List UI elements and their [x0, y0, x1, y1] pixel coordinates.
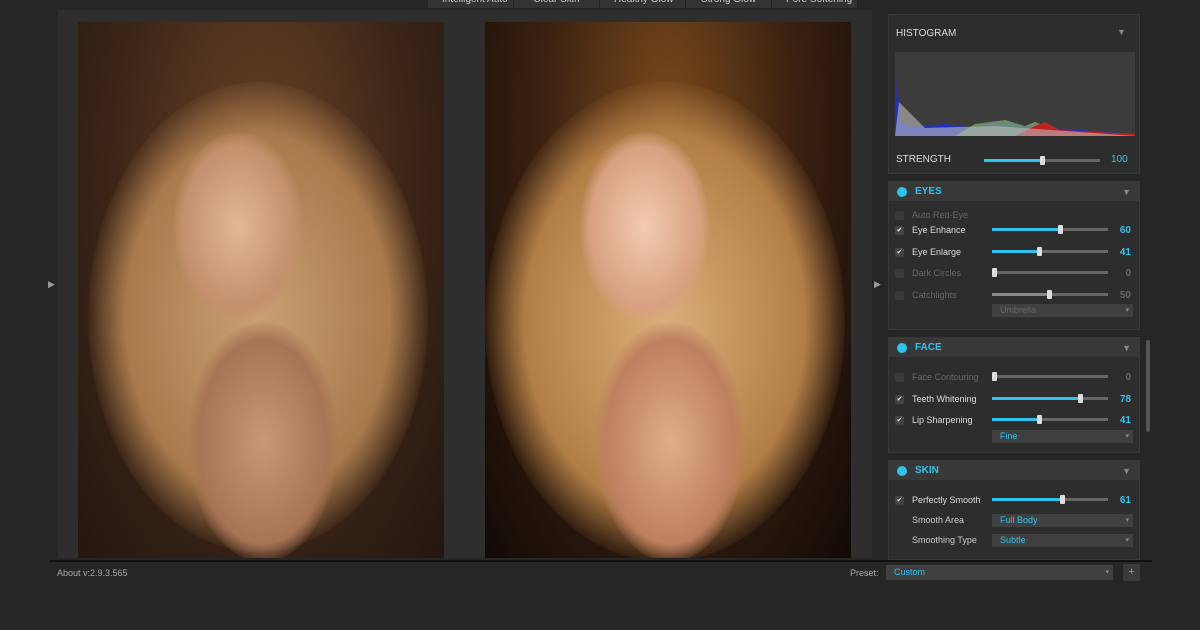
tab-clear-skin[interactable]: Clear Skin [514, 0, 600, 8]
enable-checkbox[interactable]: ✔ [895, 247, 904, 257]
lip-mode-select[interactable]: Fine [992, 430, 1133, 443]
smoothing-type-select[interactable]: Subtle [992, 534, 1133, 547]
tab-pore-softening[interactable]: Pore Softening [772, 0, 858, 8]
adjustment-label: Eye Enhance [912, 225, 966, 235]
adjustment-value: 50 [1119, 289, 1131, 301]
add-preset-button[interactable]: + [1123, 564, 1140, 581]
smooth-area-label: Smooth Area [912, 515, 965, 525]
divider [50, 560, 1152, 562]
enable-checkbox[interactable]: ✔ [895, 394, 904, 404]
strength-value: 100 [1111, 154, 1128, 165]
image-viewer [58, 10, 872, 558]
adjustment-label: Lip Sharpening [912, 415, 973, 425]
about-version[interactable]: About v:2.9.3.565 [57, 568, 128, 578]
adjustment-value: 78 [1119, 393, 1131, 405]
adjustment-label: Dark Circles [912, 268, 962, 278]
adjustment-row: ✔ Lip Sharpening 41 [895, 413, 1135, 427]
collapse-triangle-icon[interactable]: ▼ [1122, 466, 1131, 476]
preset-tabs: Intelligent Auto Clear Skin Healthy Glow… [428, 0, 858, 8]
adjustment-row: ✔ Eye Enhance 60 [895, 223, 1135, 237]
histogram-section: HISTOGRAM ▼ STRENGTH 100 [888, 14, 1140, 174]
catchlight-type-select[interactable]: Umbrella [992, 304, 1133, 317]
perfectly-smooth-row: ✔ Perfectly Smooth 61 [895, 493, 1135, 507]
enable-checkbox[interactable]: ✔ [895, 415, 904, 425]
tab-healthy-glow[interactable]: Healthy Glow [600, 0, 686, 8]
strength-slider[interactable] [984, 156, 1100, 165]
strength-label: STRENGTH [896, 154, 951, 165]
smoothing-type-label: Smoothing Type [912, 535, 977, 545]
face-section: FACE ▼ Face Contouring 0 ✔ Teeth Whitening 78… [888, 337, 1140, 453]
adjustment-row: Face Contouring 0 [895, 370, 1135, 384]
adjustment-slider[interactable] [992, 225, 1108, 234]
adjustment-value: 41 [1119, 414, 1131, 426]
smooth-area-select[interactable]: Full Body [992, 514, 1133, 527]
adjustment-value: 60 [1119, 224, 1131, 236]
adjustment-label: Face Contouring [912, 372, 979, 382]
enable-checkbox[interactable]: ✔ [895, 225, 904, 235]
tab-intelligent-auto[interactable]: Intelligent Auto [428, 0, 514, 8]
adjustment-row: ✔ Teeth Whitening 78 [895, 392, 1135, 406]
skin-section: SKIN ▼ ✔ Perfectly Smooth 61 Smooth Area … [888, 460, 1140, 560]
adjustment-label: Auto Red-Eye [912, 210, 969, 220]
perfectly-smooth-slider[interactable] [992, 495, 1108, 504]
enable-checkbox[interactable] [895, 372, 904, 382]
after-photo [485, 22, 851, 558]
panel-scrollbar[interactable] [1146, 340, 1150, 432]
face-title: FACE [915, 342, 942, 353]
adjustment-row: Dark Circles 0 [895, 266, 1135, 280]
eyes-title: EYES [915, 186, 942, 197]
skin-title: SKIN [915, 465, 939, 476]
adjustment-value: 0 [1125, 371, 1131, 383]
histogram-graph [895, 52, 1135, 136]
collapse-right-arrow-icon[interactable]: ▶ [874, 279, 881, 290]
face-toggle-icon[interactable] [897, 342, 907, 353]
enable-checkbox[interactable] [895, 210, 904, 220]
adjustment-label: Catchlights [912, 290, 957, 300]
adjustment-slider[interactable] [992, 394, 1108, 403]
before-photo [78, 22, 444, 558]
adjustment-label: Teeth Whitening [912, 394, 977, 404]
face-header[interactable]: FACE ▼ [889, 338, 1139, 357]
collapse-triangle-icon[interactable]: ▼ [1122, 187, 1131, 197]
collapse-triangle-icon[interactable]: ▼ [1122, 343, 1131, 353]
collapse-left-arrow-icon[interactable]: ▶ [48, 279, 55, 290]
eyes-section: EYES ▼ Auto Red-Eye ✔ Eye Enhance 60 ✔ Eye Enl… [888, 181, 1140, 330]
adjustment-slider[interactable] [992, 372, 1108, 381]
eyes-toggle-icon[interactable] [897, 186, 907, 197]
adjustment-row: Auto Red-Eye [895, 208, 1135, 222]
preset-select[interactable]: Custom [886, 565, 1113, 580]
skin-toggle-icon[interactable] [897, 465, 907, 476]
enable-checkbox[interactable] [895, 268, 904, 278]
adjustment-slider[interactable] [992, 268, 1108, 277]
perfectly-smooth-label: Perfectly Smooth [912, 495, 981, 505]
preset-label: Preset: [850, 568, 879, 578]
perfectly-smooth-value: 61 [1119, 494, 1131, 506]
adjustment-value: 0 [1125, 267, 1131, 279]
adjustment-row: ✔ Eye Enlarge 41 [895, 245, 1135, 259]
tab-strong-glow[interactable]: Strong Glow [686, 0, 772, 8]
perfectly-smooth-checkbox[interactable]: ✔ [895, 495, 904, 505]
adjustment-slider[interactable] [992, 415, 1108, 424]
skin-header[interactable]: SKIN ▼ [889, 461, 1139, 480]
adjustment-label: Eye Enlarge [912, 247, 962, 257]
collapse-triangle-icon[interactable]: ▼ [1117, 27, 1126, 37]
adjustments-panel: HISTOGRAM ▼ STRENGTH 100 EYES ▼ Auto Red-… [888, 14, 1140, 560]
adjustment-value: 41 [1119, 246, 1131, 258]
adjustment-slider[interactable] [992, 247, 1108, 256]
adjustment-slider[interactable] [992, 290, 1108, 299]
adjustment-row: Catchlights 50 [895, 288, 1135, 302]
eyes-header[interactable]: EYES ▼ [889, 182, 1139, 201]
histogram-title: HISTOGRAM [896, 28, 957, 39]
enable-checkbox[interactable] [895, 290, 904, 300]
